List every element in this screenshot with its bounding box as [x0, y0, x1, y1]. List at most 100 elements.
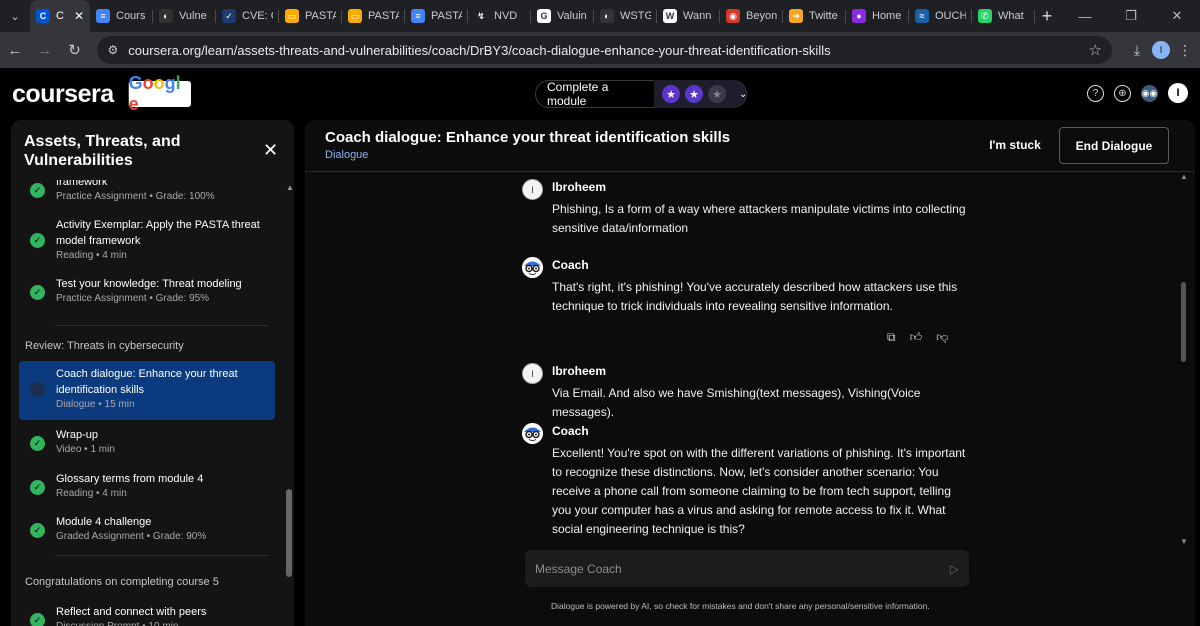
browser-tab[interactable]: ≈ OUCH — [909, 0, 972, 32]
close-sidebar-icon[interactable]: ✕ — [263, 140, 278, 161]
dialogue-scrollbar[interactable]: ▲ ▼ — [1179, 172, 1188, 546]
back-icon[interactable]: ← — [0, 32, 30, 68]
tab-title: Twitte — [809, 10, 838, 22]
scroll-up-arrow-icon[interactable]: ▲ — [286, 183, 294, 192]
bookmark-star-icon[interactable]: ☆ — [1089, 41, 1102, 59]
browser-profile-avatar[interactable]: I — [1151, 41, 1170, 59]
sidebar-item[interactable]: Coach dialogue: Enhance your threat iden… — [19, 361, 275, 420]
sidebar-item-title: framework — [56, 180, 108, 188]
browser-menu-icon[interactable]: ⋮ — [1170, 42, 1200, 59]
user-avatar[interactable]: I — [1168, 83, 1188, 103]
scroll-up-arrow-icon[interactable]: ▲ — [1180, 172, 1188, 181]
browser-tab[interactable]: ◉ Beyon — [720, 0, 783, 32]
sidebar-item-title: Coach dialogue: Enhance your threat iden… — [56, 368, 238, 396]
forward-icon[interactable]: → — [30, 32, 60, 68]
browser-tab[interactable]: ● Home — [846, 0, 909, 32]
window-controls: — ❐ ✕ — [1062, 0, 1200, 32]
sidebar-item-title: Reflect and connect with peers — [56, 606, 207, 618]
tab-title: Valuin — [557, 10, 587, 22]
tab-title: NVD — [494, 10, 518, 22]
section-heading: Review: Threats in cybersecurity — [25, 340, 184, 352]
restore-icon[interactable]: ❐ — [1108, 0, 1154, 32]
status-circle-icon — [30, 382, 45, 397]
globe-icon[interactable]: ⊕ — [1114, 84, 1131, 102]
browser-tab[interactable]: ➜ Twitte — [783, 0, 846, 32]
goal-stars[interactable]: ★ ★ ★ ⌄ — [654, 80, 747, 108]
scroll-down-arrow-icon[interactable]: ▼ — [1180, 537, 1188, 546]
sidebar-item[interactable]: ✓ Wrap-up Video • 1 min — [19, 427, 275, 467]
tab-title: PASTA — [368, 10, 399, 22]
im-stuck-button[interactable]: I'm stuck — [977, 128, 1053, 162]
tab-close-icon[interactable]: ✕ — [70, 9, 84, 23]
help-icon[interactable]: ? — [1087, 84, 1104, 102]
sidebar-item[interactable]: ✓ Module 4 challenge Graded Assignment • G… — [19, 514, 275, 554]
browser-tab[interactable]: ▭ PASTA — [279, 0, 342, 32]
coursera-logo[interactable]: coursera — [12, 80, 114, 109]
chevron-down-icon[interactable]: ⌄ — [739, 89, 747, 100]
sidebar-item[interactable]: ✓ Activity Exemplar: Apply the PASTA thre… — [19, 217, 275, 267]
google-wordmark: Google — [128, 73, 181, 114]
close-window-icon[interactable]: ✕ — [1154, 0, 1200, 32]
coach-dialogue-panel: Coach dialogue: Enhance your threat iden… — [305, 120, 1195, 626]
sidebar-item[interactable]: ✓ Glossary terms from module 4 Reading • 4… — [19, 471, 275, 511]
browser-tab[interactable]: ↯ NVD — [468, 0, 531, 32]
reload-icon[interactable]: ↻ — [60, 32, 90, 68]
end-dialogue-button[interactable]: End Dialogue — [1059, 127, 1169, 164]
page-title: Coach dialogue: Enhance your threat iden… — [325, 129, 731, 146]
tab-title: OUCH — [935, 10, 966, 22]
browser-tab[interactable]: ≡ PASTA — [405, 0, 468, 32]
tab-title: C — [56, 10, 64, 22]
tab-favicon-icon: ≈ — [915, 9, 929, 23]
minimize-icon[interactable]: — — [1062, 0, 1108, 32]
sidebar-scroll-thumb[interactable] — [286, 489, 292, 577]
new-tab-button[interactable]: + — [1035, 0, 1059, 32]
tab-favicon-icon: ≡ — [411, 9, 425, 23]
star-icon: ★ — [662, 85, 680, 103]
message-text: That's right, it's phishing! You've accu… — [552, 280, 958, 313]
thumbs-down-icon[interactable]: 👎︎ — [936, 330, 948, 345]
sidebar-item-meta: Dialogue • 15 min — [56, 399, 135, 410]
sidebar-item[interactable]: ✓ Reflect and connect with peers Discussio… — [19, 604, 275, 626]
browser-tab[interactable]: W Wann — [657, 0, 720, 32]
tab-title: CVE: C — [242, 10, 273, 22]
browser-tab[interactable]: ◐ Vulne — [153, 0, 216, 32]
site-info-icon[interactable]: ⚙ — [107, 43, 118, 57]
thumbs-up-icon[interactable]: 👍︎ — [910, 330, 923, 345]
message-feedback-actions: ⧉ 👍︎ 👎︎ — [887, 330, 948, 345]
coach-icon[interactable]: ◉◉ — [1141, 84, 1158, 102]
tab-title: WSTG — [620, 10, 651, 22]
browser-tab[interactable]: G Valuin — [531, 0, 594, 32]
checkmark-icon: ✓ — [30, 233, 45, 248]
tab-title: Vulne — [179, 10, 207, 22]
tab-title: Cours — [116, 10, 146, 22]
sidebar-item-meta: Reading • 4 min — [56, 250, 127, 261]
browser-tab[interactable]: ✆ What — [972, 0, 1035, 32]
checkmark-icon: ✓ — [30, 613, 45, 626]
browser-tab[interactable]: C C ✕ — [30, 0, 90, 32]
tab-search-icon[interactable]: ⌄ — [0, 0, 30, 32]
tab-title: What — [998, 10, 1024, 22]
sidebar-item[interactable]: ✓ Test your knowledge: Threat modeling Pra… — [19, 276, 275, 326]
send-icon[interactable]: ▷ — [950, 562, 959, 576]
message-sender: Coach — [552, 258, 589, 272]
coach-avatar-icon — [522, 257, 543, 278]
download-icon[interactable]: ⤓ — [1122, 42, 1152, 59]
copy-icon[interactable]: ⧉ — [887, 330, 896, 345]
tab-favicon-icon: ● — [852, 9, 866, 23]
tab-title: Beyon — [746, 10, 777, 22]
browser-tab[interactable]: ≡ Cours — [90, 0, 153, 32]
goal-widget[interactable]: Complete a module ★ ★ ★ ⌄ — [535, 80, 747, 108]
tab-favicon-icon: ▭ — [285, 9, 299, 23]
browser-tab[interactable]: ✓ CVE: C — [216, 0, 279, 32]
goal-label: Complete a module — [547, 80, 609, 108]
address-bar[interactable]: ⚙ coursera.org/learn/assets-threats-and-… — [97, 36, 1112, 64]
tab-favicon-icon: ➜ — [789, 9, 803, 23]
browser-tab[interactable]: ▭ PASTA — [342, 0, 405, 32]
sidebar-item-meta: Practice Assignment • Grade: 100% — [56, 191, 215, 202]
dialogue-scroll-thumb[interactable] — [1181, 282, 1186, 362]
sidebar-scrollbar[interactable]: ▲ — [285, 183, 294, 626]
browser-tab[interactable]: ◐ WSTG — [594, 0, 657, 32]
section-heading: Congratulations on completing course 5 — [25, 576, 219, 588]
partner-logo: Google — [127, 73, 191, 114]
message-composer[interactable]: Message Coach ▷ — [525, 550, 969, 587]
